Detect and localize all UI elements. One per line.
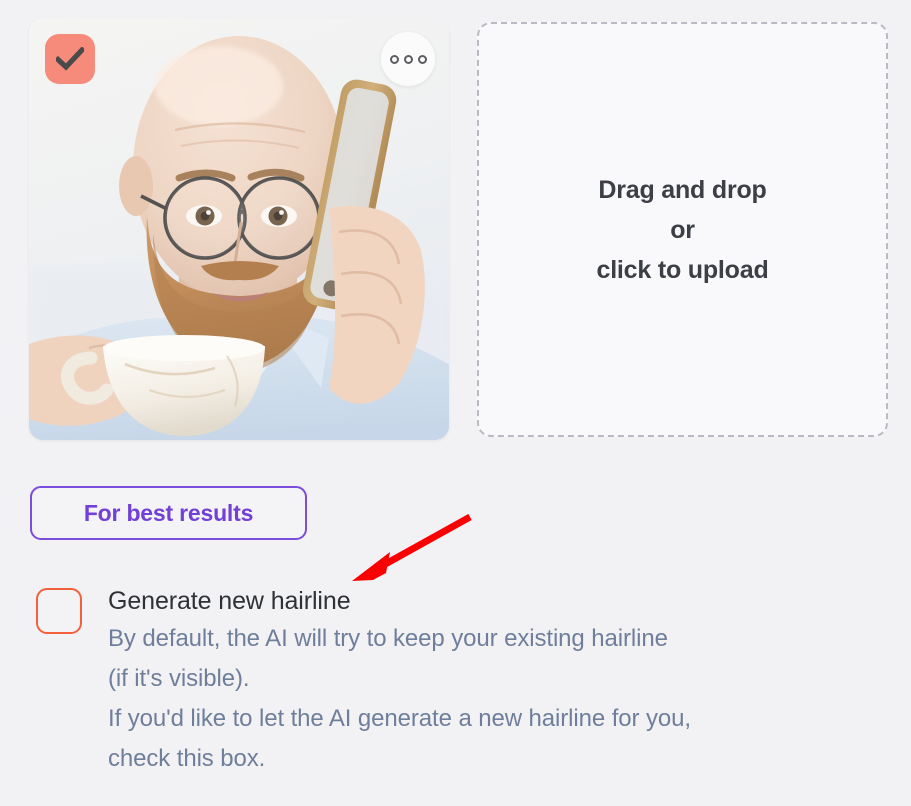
more-options-icon-dot-2 [403, 54, 413, 64]
generate-new-hairline-title: Generate new hairline [108, 587, 351, 615]
for-best-results-label: For best results [83, 499, 254, 526]
option-description-line-2: (if it's visible). [108, 665, 250, 692]
photo-more-options-button[interactable] [381, 32, 435, 86]
dropzone-line-1: Drag and drop [598, 175, 767, 204]
check-icon [56, 47, 84, 71]
more-options-icon-dot-3 [417, 54, 427, 64]
uploaded-photo-card[interactable] [29, 18, 449, 440]
upload-row: Drag and drop or click to upload [0, 0, 911, 455]
upload-dropzone[interactable]: Drag and drop or click to upload [477, 22, 888, 437]
for-best-results-button[interactable]: For best results [30, 486, 307, 540]
option-description-line-1: By default, the AI will try to keep your… [108, 625, 668, 652]
more-options-icon-dot-1 [389, 54, 399, 64]
red-annotation-arrow [352, 513, 472, 581]
option-description-line-4: check this box. [108, 745, 266, 772]
uploaded-photo-image [29, 18, 449, 440]
dropzone-line-3: click to upload [596, 255, 769, 284]
generate-new-hairline-option: Generate new hairline By default, the AI… [30, 583, 890, 779]
dropzone-line-2: or [670, 215, 695, 244]
generate-new-hairline-checkbox[interactable] [36, 588, 82, 634]
option-description-line-3: If you'd like to let the AI generate a n… [108, 705, 691, 732]
generate-new-hairline-text: Generate new hairline By default, the AI… [108, 583, 890, 779]
photo-selected-check-badge[interactable] [45, 34, 95, 84]
